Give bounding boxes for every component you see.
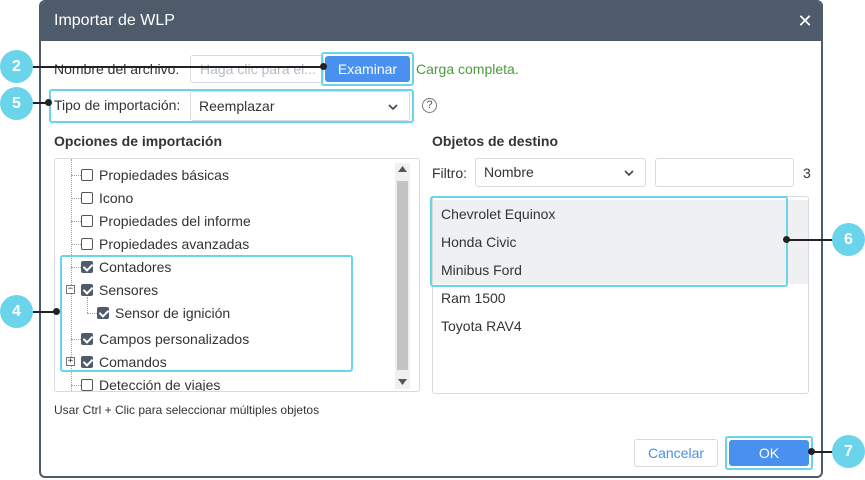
callout-4: 4 (0, 295, 33, 328)
scrollbar-thumb[interactable] (397, 181, 408, 370)
callout-anchor (53, 308, 60, 315)
tree-item-label: Sensores (99, 282, 159, 298)
object-count: 3 (803, 165, 811, 181)
tree-item-label: Propiedades avanzadas (99, 236, 250, 252)
checkbox-icon[interactable] (81, 192, 93, 204)
checkbox-custom-fields[interactable] (81, 333, 93, 345)
checkbox-sensors[interactable] (81, 284, 93, 296)
callout-anchor (783, 236, 790, 243)
callout-leader (786, 239, 834, 241)
import-dialog: Importar de WLP ✕ Nombre del archivo: Ha… (39, 0, 823, 478)
targets-heading: Objetos de destino (432, 133, 559, 149)
scroll-up-icon[interactable] (398, 166, 407, 172)
list-item[interactable]: Toyota RAV4 (433, 312, 808, 340)
tree-item-label: Campos personalizados (99, 331, 250, 347)
chevron-down-icon (388, 104, 398, 111)
dialog-titlebar: Importar de WLP ✕ (41, 2, 821, 41)
browse-button[interactable]: Examinar (325, 56, 410, 82)
filter-field-value: Nombre (484, 164, 534, 180)
tree-item-label: Comandos (99, 354, 167, 370)
filter-input[interactable] (655, 158, 794, 187)
tree-item-label: Icono (99, 190, 134, 206)
callout-2: 2 (0, 50, 33, 83)
callout-leader (32, 66, 324, 68)
checkbox-trip-detection[interactable] (81, 379, 93, 391)
dialog-title: Importar de WLP (54, 12, 175, 29)
tree-item-label: Propiedades del informe (99, 213, 251, 229)
scroll-down-icon[interactable] (398, 379, 407, 385)
help-icon[interactable]: ? (422, 98, 437, 113)
import-type-value: Reemplazar (199, 98, 275, 114)
upload-status: Carga completa. (416, 61, 519, 77)
callout-5: 5 (0, 87, 33, 120)
tree-item-label: Contadores (99, 259, 172, 275)
filter-field-select[interactable]: Nombre (475, 158, 646, 187)
checkbox-ignition-sensor[interactable] (97, 307, 109, 319)
callout-anchor (320, 63, 327, 70)
scrollbar[interactable] (395, 163, 410, 389)
checkbox-counters[interactable] (81, 261, 93, 273)
import-type-select[interactable]: Reemplazar (190, 91, 410, 121)
close-icon[interactable]: ✕ (795, 10, 815, 32)
callout-anchor (45, 99, 52, 106)
list-item[interactable]: Ram 1500 (433, 284, 808, 312)
file-name-label: Nombre del archivo: (54, 61, 180, 77)
expand-icon[interactable]: + (66, 357, 75, 366)
import-options-tree: Propiedades básicas Icono Propiedades de… (54, 158, 420, 392)
checkbox-commands[interactable] (81, 356, 93, 368)
multi-select-hint: Usar Ctrl + Clic para seleccionar múltip… (54, 403, 320, 417)
import-type-label: Tipo de importación: (54, 97, 181, 113)
chevron-down-icon (624, 170, 634, 177)
tree-item-label: Detección de viajes (99, 377, 221, 392)
callout-6: 6 (832, 223, 865, 256)
collapse-icon[interactable]: − (66, 285, 75, 294)
cancel-button[interactable]: Cancelar (634, 439, 718, 467)
checkbox-basic-properties[interactable] (81, 169, 93, 181)
file-name-input[interactable]: Haga clic para el... (190, 55, 324, 83)
filter-label: Filtro: (432, 165, 467, 181)
checkbox-advanced-properties[interactable] (81, 238, 93, 250)
tree-item-label: Sensor de ignición (115, 305, 231, 321)
options-heading: Opciones de importación (54, 133, 223, 149)
tree-item-label: Propiedades básicas (99, 167, 229, 183)
callout-7: 7 (832, 435, 865, 468)
checkbox-report-properties[interactable] (81, 215, 93, 227)
ok-button[interactable]: OK (729, 440, 809, 466)
targets-highlight (430, 196, 788, 287)
callout-anchor (808, 448, 815, 455)
